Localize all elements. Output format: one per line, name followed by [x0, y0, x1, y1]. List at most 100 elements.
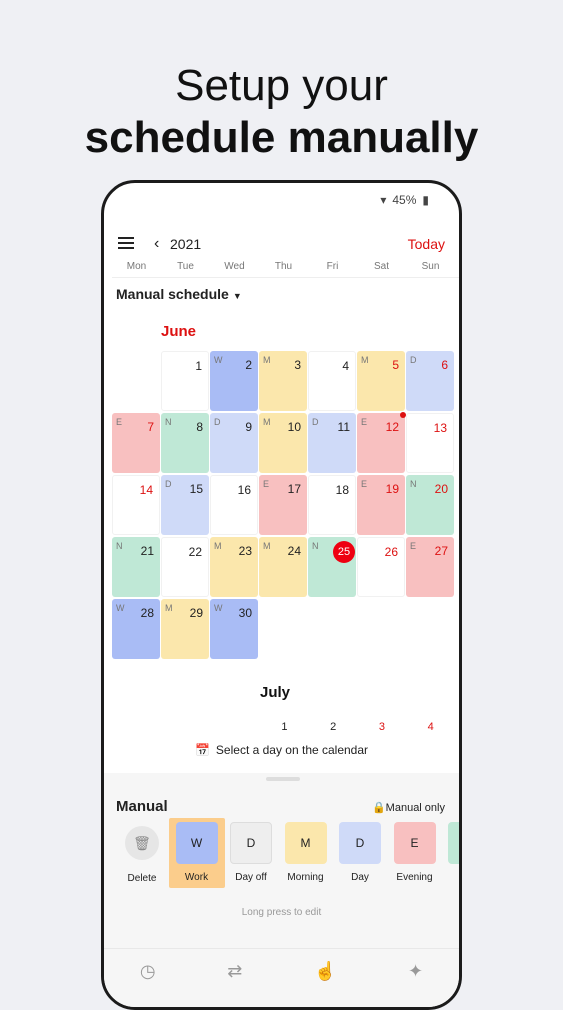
calendar-day[interactable]: W2	[210, 351, 258, 411]
manual-only-toggle[interactable]: 🔒Manual only	[372, 801, 445, 814]
calendar-day[interactable]: 16	[210, 475, 258, 535]
calendar-day[interactable]: 22	[161, 537, 209, 597]
shift-letter: M	[263, 417, 271, 427]
shift-type-swatch: D	[230, 822, 272, 864]
hand-pointer-icon[interactable]: ☝	[314, 961, 336, 982]
calendar-day[interactable]: 18	[308, 475, 356, 535]
shift-type-label: Delete	[127, 873, 157, 884]
day-number: 26	[384, 545, 398, 559]
delete-button[interactable]: 🗑 Delete	[114, 818, 170, 888]
chevron-left-icon[interactable]: ‹	[154, 235, 159, 253]
shift-type-button[interactable]: E Evening	[387, 818, 443, 888]
weekday-label: Sun	[421, 261, 440, 272]
shift-letter: N	[312, 541, 319, 551]
shift-letter: M	[214, 541, 222, 551]
shift-letter: M	[263, 355, 271, 365]
shift-letter: M	[263, 541, 271, 551]
calendar-day[interactable]: E 12	[357, 412, 406, 473]
hint-text: Select a day on the calendar	[215, 743, 369, 757]
shift-letter: N	[165, 417, 172, 427]
calendar-day[interactable]: M 23	[210, 537, 258, 597]
day-number: 7	[147, 420, 154, 434]
day-number: 28	[140, 606, 154, 620]
calendar-day[interactable]: E 17	[259, 475, 307, 535]
clock-icon[interactable]: ◷	[140, 961, 156, 982]
day-number: 10	[287, 420, 301, 434]
shift-letter: D	[165, 479, 172, 489]
day-number: 5	[392, 358, 399, 372]
calendar-day[interactable]: D 11	[308, 413, 356, 473]
calendar-day[interactable]: E 19	[357, 475, 405, 535]
day-number: 16	[237, 483, 251, 497]
calendar-day[interactable]: N 20	[406, 475, 454, 535]
shift-letter: D	[410, 355, 417, 365]
magic-wand-icon[interactable]: ✦	[408, 961, 423, 982]
weekday-label: Wed	[224, 261, 245, 272]
weekday-label: Mon	[126, 261, 147, 272]
day-number: 19	[385, 482, 399, 496]
day-number: 24	[287, 544, 301, 558]
shift-letter: W	[116, 603, 125, 613]
headline-line2: schedule manually	[84, 113, 479, 162]
shift-type-label: Day	[351, 872, 369, 883]
drag-handle[interactable]	[266, 777, 300, 781]
calendar-day[interactable]: M 29	[161, 599, 209, 659]
calendar-day[interactable]: N 25	[308, 537, 356, 597]
shift-type-label: N	[441, 872, 459, 883]
calendar-day[interactable]: M5	[357, 351, 405, 411]
calendar-day[interactable]: E7	[112, 413, 160, 473]
calendar-day[interactable]: 26	[357, 537, 405, 597]
calendar-day[interactable]: D 15	[161, 475, 209, 535]
calendar-day[interactable]: 1	[161, 351, 209, 411]
july-day-number[interactable]: 2	[309, 721, 358, 733]
calendar-day[interactable]: E 27	[406, 537, 454, 597]
calendar-day[interactable]: D6	[406, 351, 454, 411]
shift-letter: N	[116, 541, 123, 551]
july-day-number[interactable]: 4	[406, 721, 455, 733]
calendar-day[interactable]: W 30	[210, 599, 258, 659]
shift-letter: E	[116, 417, 123, 427]
weekday-label: Sat	[373, 261, 389, 272]
calendar-day[interactable]: W 28	[112, 599, 160, 659]
shift-type-button[interactable]: D Day off	[223, 818, 279, 888]
shift-type-swatch: N	[448, 822, 459, 864]
today-button[interactable]: Today	[408, 236, 445, 252]
today-badge: 25	[333, 541, 355, 563]
july-day-number[interactable]: 1	[260, 721, 309, 733]
shift-type-label: Day off	[235, 872, 267, 883]
calendar-day[interactable]: D9	[210, 413, 258, 473]
calendar-day[interactable]: 14	[112, 475, 160, 535]
year-label[interactable]: 2021	[170, 236, 201, 252]
calendar-day[interactable]: N 21	[112, 537, 160, 597]
day-number: 15	[189, 482, 203, 496]
shift-type-button[interactable]: W Work	[168, 818, 225, 888]
shift-letter: E	[263, 479, 270, 489]
shift-type-button[interactable]: NN	[441, 818, 459, 888]
day-number: 27	[434, 544, 448, 558]
month-june: June	[161, 323, 197, 340]
calendar-day[interactable]: M 24	[259, 537, 307, 597]
july-first-row: 1234	[260, 721, 455, 733]
repeat-icon[interactable]: ⇄	[227, 961, 242, 982]
calendar-day[interactable]: M 10	[259, 413, 307, 473]
calendar-day[interactable]: 4	[308, 351, 356, 411]
shift-type-button[interactable]: M Morning	[278, 818, 334, 888]
long-press-hint: Long press to edit	[241, 907, 322, 918]
manual-panel: Manual 🔒Manual only 🗑 Delete W Work D Day off…	[104, 773, 459, 1007]
day-number: 30	[238, 606, 252, 620]
day-number: 4	[342, 359, 349, 373]
shift-letter: N	[410, 479, 417, 489]
calendar-day[interactable]: N8	[161, 413, 209, 473]
calendar-day[interactable]: 13	[406, 413, 454, 473]
shift-letter: M	[165, 603, 173, 613]
july-day-number[interactable]: 3	[358, 721, 407, 733]
calendar-day[interactable]: M3	[259, 351, 307, 411]
day-number: 14	[139, 483, 153, 497]
schedule-selector[interactable]: Manual schedule ▼	[116, 286, 242, 302]
caret-down-icon: ▼	[232, 291, 242, 301]
day-number: 11	[337, 420, 350, 434]
menu-icon[interactable]	[118, 237, 134, 249]
day-number: 17	[287, 482, 301, 496]
panel-title: Manual	[116, 798, 168, 815]
shift-type-button[interactable]: D Day	[332, 818, 388, 888]
